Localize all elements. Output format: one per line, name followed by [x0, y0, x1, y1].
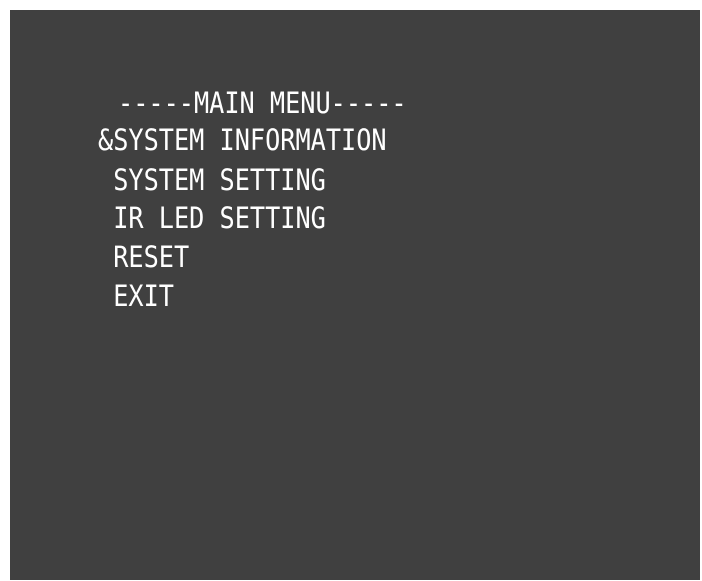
menu-item-reset[interactable]: RESET — [98, 239, 189, 275]
menu-item-exit[interactable]: EXIT — [98, 278, 174, 314]
main-menu-title: -----MAIN MENU----- — [118, 86, 407, 120]
menu-item-ir-led-setting[interactable]: IR LED SETTING — [98, 200, 326, 236]
menu-item-system-setting[interactable]: SYSTEM SETTING — [98, 162, 326, 198]
osd-screen: -----MAIN MENU----- &SYSTEM INFORMATION … — [10, 10, 700, 580]
menu-item-system-information[interactable]: &SYSTEM INFORMATION — [98, 122, 387, 158]
